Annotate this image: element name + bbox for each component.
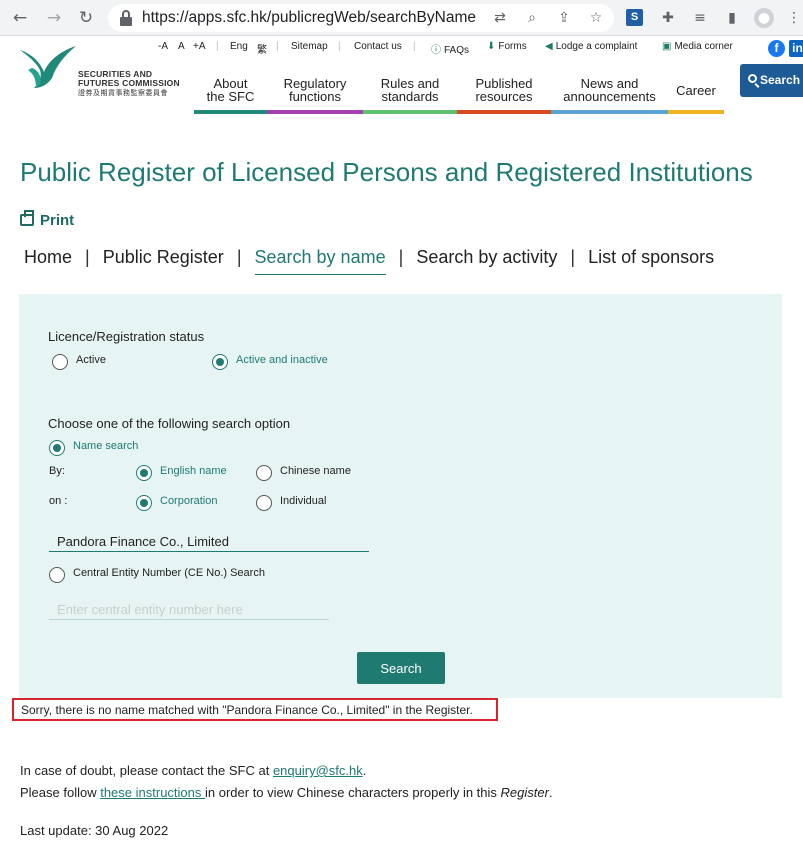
name-search-radio[interactable] [49,440,65,456]
tab-home[interactable]: Home [24,247,72,268]
ce-search-radio[interactable] [49,567,65,583]
last-update: Last update: 30 Aug 2022 [20,823,169,838]
status-active-radio[interactable] [52,354,68,370]
printer-icon [20,210,34,226]
contact-note: In case of doubt, please contact the SFC… [20,763,367,778]
print-link[interactable]: Print [20,210,74,229]
sitemap-link[interactable]: Sitemap [291,41,328,52]
corporation-radio[interactable] [136,495,152,511]
status-active-inactive-radio[interactable] [212,354,228,370]
english-name-radio[interactable] [136,465,152,481]
register-tabs: Home | Public Register | Search by name … [24,247,714,275]
nav-news[interactable]: News and announcements [551,77,668,114]
search-option-label: Choose one of the following search optio… [48,416,291,431]
nav-published[interactable]: Published resources [457,77,551,114]
share-icon[interactable]: ⇪ [554,8,574,28]
media-queue-icon[interactable]: ≡ [690,8,710,28]
divider: | [338,41,341,52]
on-label: on : [49,495,68,507]
main-navigation: About the SFC Regulatory functions Rules a… [194,77,724,114]
logo-chinese-name: 證券及期貨事務監察委員會 [78,90,168,97]
back-icon[interactable]: ← [10,8,30,28]
instructions-link[interactable]: these instructions [100,785,205,800]
divider: | [570,247,576,267]
extensions-puzzle-icon[interactable]: ✚ [658,8,678,28]
no-match-message: Sorry, there is no name matched with "Pa… [12,698,498,721]
nav-rules[interactable]: Rules and standards [363,77,457,114]
extension-s-icon[interactable]: S [626,9,643,26]
sfc-logo[interactable]: SECURITIES AND FUTURES COMMISSION 證券及期貨事… [18,44,188,100]
url-text[interactable]: https://apps.sfc.hk/publicregWeb/searchB… [142,9,476,27]
divider: | [85,247,90,267]
side-panel-icon[interactable]: ▮ [722,8,742,28]
zoom-icon[interactable]: ⌕ [522,8,542,28]
site-search-button[interactable]: Search [740,64,803,97]
download-icon: ⬇ [487,41,496,52]
forward-icon[interactable]: → [44,8,64,28]
nav-color-bar [267,110,363,114]
lock-icon [119,10,133,26]
tab-search-by-name[interactable]: Search by name [254,247,386,275]
name-search-input[interactable] [49,532,369,552]
email-link[interactable]: enquiry@sfc.hk [273,763,363,778]
forms-link[interactable]: ⬇ Forms [487,41,527,52]
complaint-link[interactable]: ◀ Lodge a complaint [545,41,637,52]
tab-search-by-activity[interactable]: Search by activity [416,247,557,268]
help-circle-icon: ⓘ [431,45,441,56]
nav-regulatory[interactable]: Regulatory functions [267,77,363,114]
font-increase-link[interactable]: +A [193,41,206,52]
individual-radio[interactable] [256,495,272,511]
faqs-link[interactable]: ⓘ FAQs [431,41,469,56]
divider: | [216,41,219,52]
lang-chinese-link[interactable]: 繁 [257,41,267,56]
reload-icon[interactable]: ↻ [76,8,96,28]
by-label: By: [49,465,65,477]
megaphone-icon: ◀ [545,41,553,52]
divider: | [398,247,404,267]
facebook-icon[interactable]: f [768,40,785,57]
browser-menu-icon[interactable]: ⋮ [784,8,803,28]
nav-color-bar [194,110,267,114]
font-decrease-link[interactable]: -A [158,41,168,52]
nav-color-bar [551,110,668,114]
image-icon: ▣ [662,41,672,52]
logo-name-line2: FUTURES COMMISSION [78,78,180,88]
media-corner-link[interactable]: ▣ Media corner [662,41,733,52]
linkedin-icon[interactable]: in [789,40,803,57]
font-normal-link[interactable]: A [178,41,185,52]
address-bar[interactable]: https://apps.sfc.hk/publicregWeb/searchB… [108,4,614,32]
ce-number-input[interactable] [49,600,329,620]
search-icon [748,74,757,83]
nav-color-bar [668,110,724,114]
nav-color-bar [363,110,457,114]
nav-career[interactable]: Career [668,77,724,114]
status-label: Licence/Registration status [48,329,205,344]
search-form-panel [19,294,782,698]
instructions-note: Please follow these instructions in orde… [20,785,553,800]
nav-about[interactable]: About the SFC [194,77,267,114]
tab-public-register[interactable]: Public Register [103,247,224,268]
profile-avatar-icon[interactable]: ● [754,8,774,28]
page-title: Public Register of Licensed Persons and … [20,157,753,187]
bird-logo-icon [20,46,76,88]
divider: | [276,41,279,52]
chinese-name-radio[interactable] [256,465,272,481]
divider: | [236,247,242,267]
divider: | [413,41,416,52]
bookmark-star-icon[interactable]: ☆ [586,8,606,28]
nav-color-bar [457,110,551,114]
browser-toolbar: ← → ↻ https://apps.sfc.hk/publicregWeb/s… [0,0,803,36]
tab-list-of-sponsors[interactable]: List of sponsors [588,247,714,268]
translate-icon[interactable]: ⇄ [490,8,510,28]
search-button[interactable]: Search [357,652,445,684]
contact-us-link[interactable]: Contact us [354,41,402,52]
lang-english-link[interactable]: Eng [230,41,248,52]
